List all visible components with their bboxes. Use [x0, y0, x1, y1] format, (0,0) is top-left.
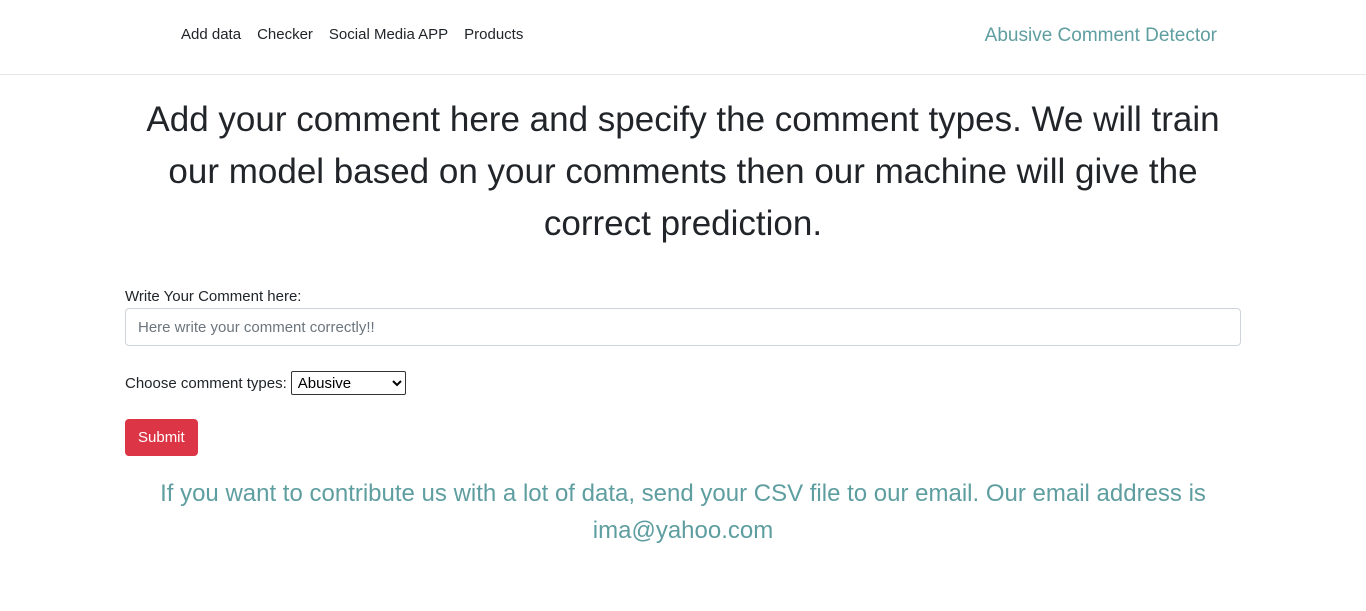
- comment-type-row: Choose comment types: Abusive: [125, 371, 1241, 395]
- contribute-message: If you want to contribute us with a lot …: [160, 480, 1206, 544]
- comment-input[interactable]: [125, 308, 1241, 346]
- nav-links: Add data Checker Social Media APP Produc…: [181, 26, 523, 43]
- nav-link-checker[interactable]: Checker: [257, 26, 313, 43]
- comment-type-label: Choose comment types:: [125, 374, 287, 392]
- nav-link-social-media-app[interactable]: Social Media APP: [329, 26, 448, 43]
- comment-type-select[interactable]: Abusive: [290, 371, 406, 395]
- nav-link-products[interactable]: Products: [464, 26, 523, 43]
- add-comment-form: Write Your Comment here: Choose comment …: [125, 288, 1241, 456]
- nav-link-add-data[interactable]: Add data: [181, 26, 241, 43]
- brand-link[interactable]: Abusive Comment Detector: [985, 25, 1217, 47]
- comment-label: Write Your Comment here:: [125, 288, 302, 305]
- submit-button[interactable]: Submit: [125, 419, 198, 456]
- top-navbar: Add data Checker Social Media APP Produc…: [0, 0, 1366, 75]
- page-heading: Add your comment here and specify the co…: [146, 100, 1220, 243]
